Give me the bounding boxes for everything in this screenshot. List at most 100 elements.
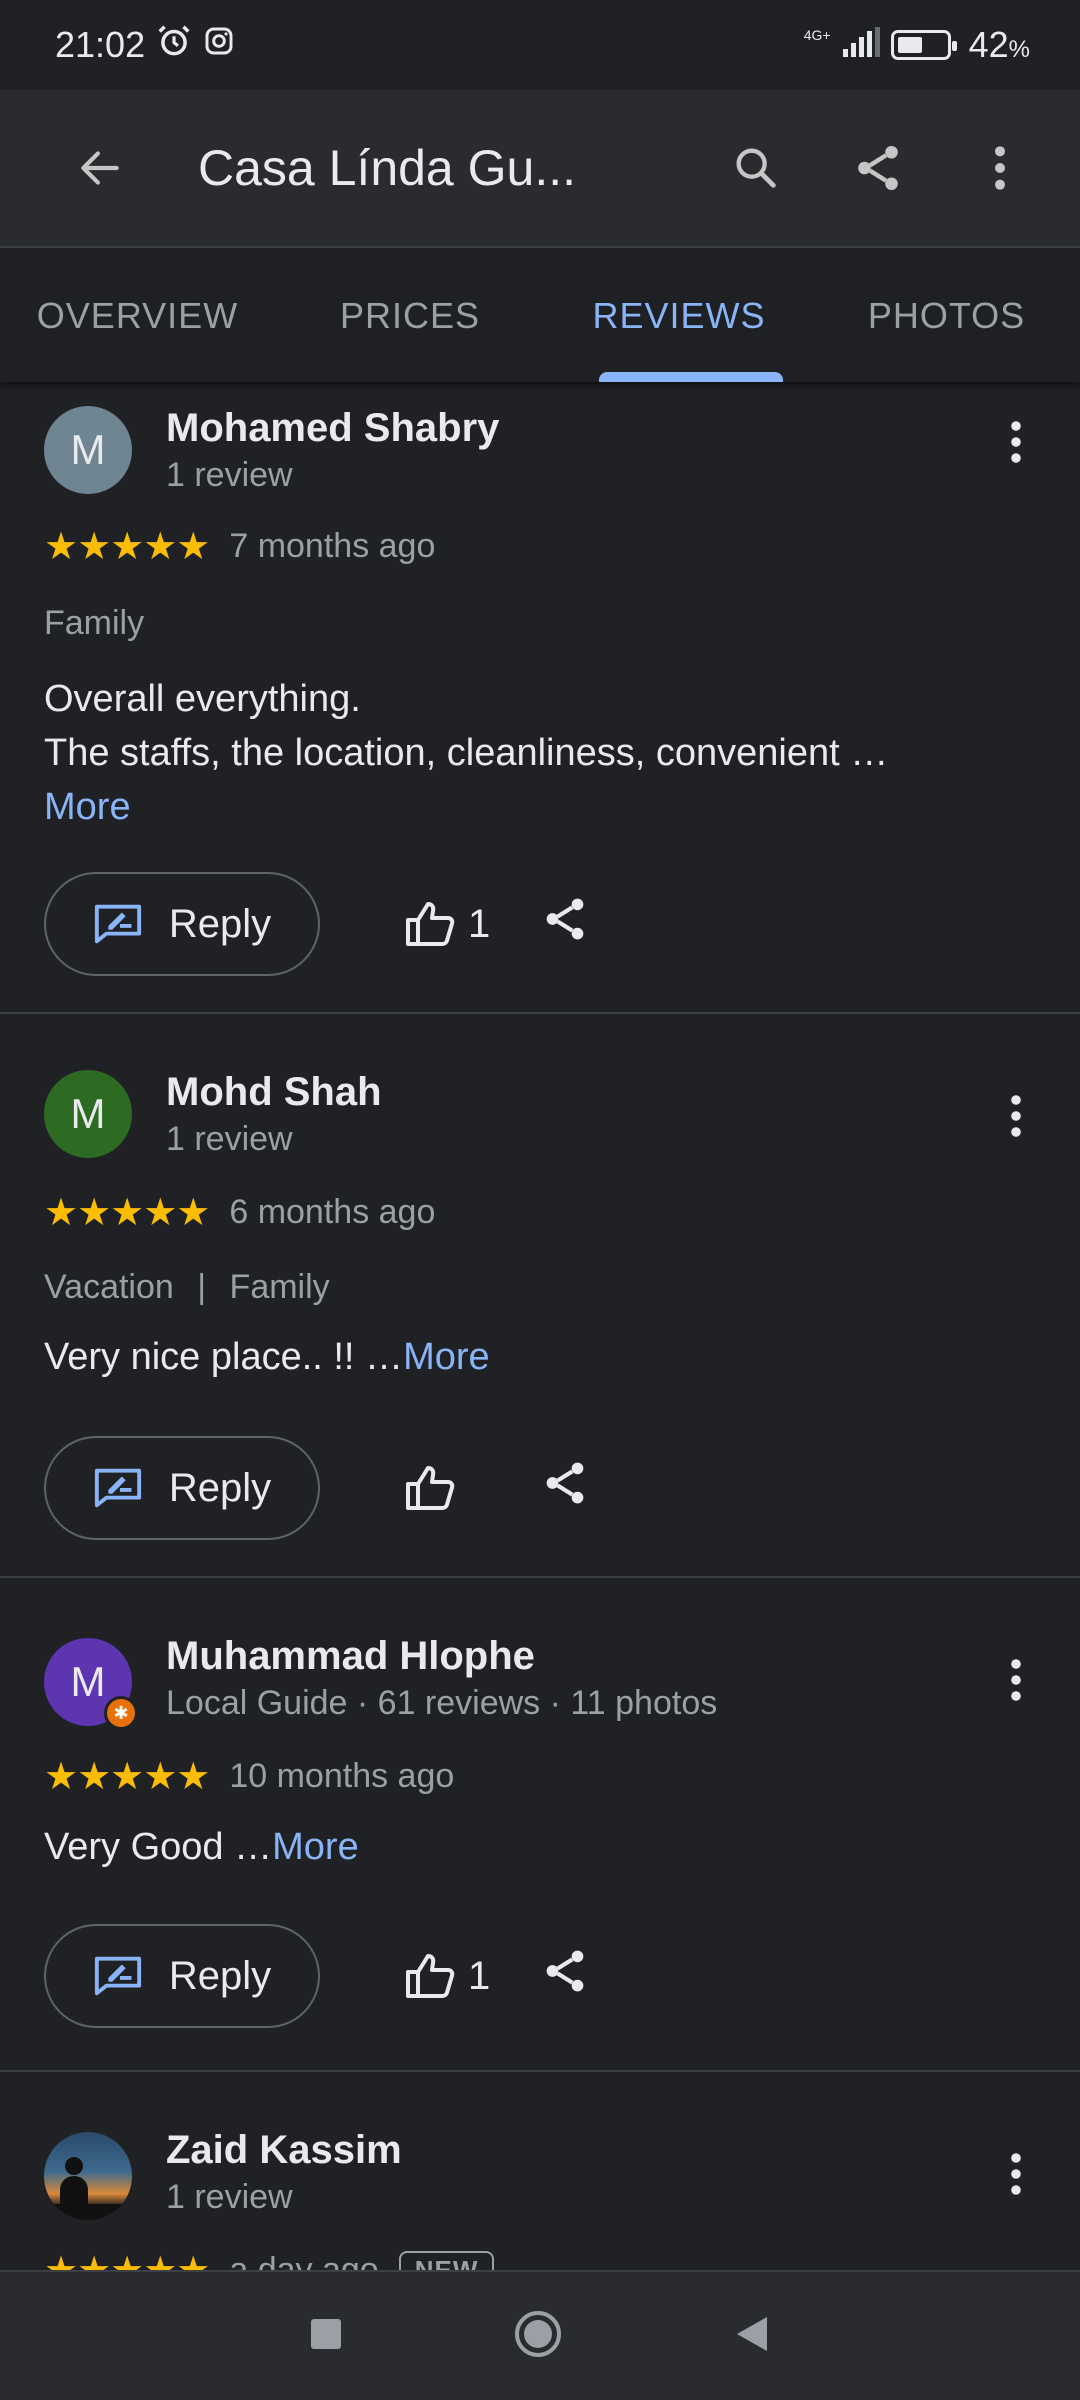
review-menu-button[interactable] bbox=[996, 1650, 1036, 1710]
tab-photos-label: PHOTOS bbox=[867, 295, 1026, 336]
avatar[interactable]: M bbox=[44, 1070, 132, 1158]
like-count: 1 bbox=[468, 901, 491, 946]
trip-type-label: Family bbox=[229, 1268, 330, 1306]
avatar[interactable] bbox=[44, 2132, 132, 2220]
tab-prices[interactable]: PRICES bbox=[275, 250, 545, 382]
review-time: 6 months ago bbox=[229, 1193, 436, 1231]
reply-button[interactable]: Reply bbox=[44, 872, 320, 976]
recents-button[interactable] bbox=[309, 2317, 343, 2356]
star-rating: ★★★★★ bbox=[44, 1756, 210, 1798]
tab-reviews[interactable]: REVIEWS bbox=[545, 250, 813, 382]
active-tab-indicator bbox=[599, 372, 783, 382]
battery-icon bbox=[890, 30, 957, 60]
system-nav-bar bbox=[0, 2270, 1080, 2400]
tab-reviews-label: REVIEWS bbox=[592, 295, 766, 336]
reviewer-name[interactable]: Mohd Shah bbox=[166, 1070, 382, 1115]
tab-prices-label: PRICES bbox=[339, 295, 481, 336]
reply-button[interactable]: Reply bbox=[44, 1924, 320, 2028]
arrow-back-icon bbox=[81, 151, 119, 185]
reply-icon bbox=[94, 1956, 141, 1996]
signal-icon bbox=[841, 24, 881, 66]
reviewer-name[interactable]: Muhammad Hlophe bbox=[166, 1634, 535, 1679]
trip-type: Family bbox=[44, 604, 144, 643]
share-icon bbox=[858, 145, 898, 191]
avatar-letter: M bbox=[70, 1090, 106, 1137]
share-review-button[interactable] bbox=[540, 1946, 590, 2001]
battery-percent: 42 bbox=[968, 24, 1009, 65]
share-review-button[interactable] bbox=[540, 894, 590, 949]
review-card: M Mohd Shah 1 review ★★★★★ 6 months ago … bbox=[0, 1014, 1080, 1578]
review-menu-button[interactable] bbox=[996, 1086, 1036, 1146]
share-review-button[interactable] bbox=[540, 1458, 590, 1513]
reply-label: Reply bbox=[168, 1465, 272, 1510]
reply-label: Reply bbox=[168, 901, 272, 946]
review-text: Overall everything. The staffs, the loca… bbox=[44, 672, 1040, 834]
review-text-line: Very nice place.. !! … bbox=[44, 1336, 404, 1378]
more-link[interactable]: More bbox=[44, 780, 1040, 834]
alarm-icon bbox=[155, 22, 193, 69]
thumb-up-icon bbox=[406, 902, 455, 946]
review-text: Very Good …More bbox=[44, 1820, 1040, 1874]
thumb-up-icon bbox=[406, 1954, 455, 1998]
reply-icon bbox=[94, 1468, 141, 1508]
back-button[interactable] bbox=[70, 138, 130, 198]
avatar[interactable]: M bbox=[44, 406, 132, 494]
share-icon bbox=[546, 898, 584, 940]
review-menu-button[interactable] bbox=[996, 2144, 1036, 2204]
review-text-line: The staffs, the location, cleanliness, c… bbox=[44, 732, 889, 774]
more-vert-icon bbox=[1011, 1095, 1021, 1137]
review-text: Very nice place.. !! …More bbox=[44, 1330, 1040, 1384]
like-button[interactable] bbox=[404, 1464, 468, 1512]
search-icon bbox=[736, 148, 776, 188]
tab-overview[interactable]: OVERVIEW bbox=[0, 250, 275, 382]
more-link[interactable]: More bbox=[272, 1826, 359, 1868]
share-button[interactable] bbox=[848, 138, 908, 198]
share-icon bbox=[546, 1462, 584, 1504]
home-button[interactable] bbox=[513, 2309, 563, 2364]
place-tabs: OVERVIEW PRICES REVIEWS PHOTOS bbox=[0, 250, 1080, 382]
reply-icon bbox=[94, 904, 141, 944]
review-menu-button[interactable] bbox=[996, 412, 1036, 472]
more-vert-icon bbox=[1011, 2153, 1021, 2195]
reviewer-info: 1 review bbox=[166, 2178, 293, 2216]
reviews-list[interactable]: M Mohamed Shabry 1 review ★★★★★ 7 months… bbox=[0, 382, 1080, 2270]
overflow-menu-button[interactable] bbox=[970, 138, 1030, 198]
like-button[interactable]: 1 bbox=[404, 900, 490, 948]
more-vert-icon bbox=[995, 146, 1005, 190]
reviewer-info: Local Guide · 61 reviews · 11 photos bbox=[166, 1684, 718, 1722]
search-button[interactable] bbox=[726, 138, 786, 198]
triangle-back-icon bbox=[737, 2316, 767, 2351]
tab-photos[interactable]: PHOTOS bbox=[813, 250, 1080, 382]
trip-type-label: Vacation bbox=[44, 1268, 174, 1306]
reviewer-name[interactable]: Zaid Kassim bbox=[166, 2128, 402, 2173]
local-guide-badge-icon: ✱ bbox=[104, 1696, 138, 1730]
square-icon bbox=[311, 2318, 341, 2349]
status-bar: 21:02 4G+ 42% bbox=[0, 0, 1080, 90]
avatar-letter: M bbox=[70, 1658, 106, 1705]
reviewer-name[interactable]: Mohamed Shabry bbox=[166, 406, 499, 451]
person-silhouette-icon bbox=[44, 2157, 132, 2220]
like-button[interactable]: 1 bbox=[404, 1952, 490, 2000]
star-rating: ★★★★★ bbox=[44, 2248, 210, 2270]
battery-percent-sign: % bbox=[1008, 36, 1030, 63]
reviewer-info: 1 review bbox=[166, 1120, 293, 1158]
nav-back-button[interactable] bbox=[733, 2314, 771, 2359]
more-vert-icon bbox=[1011, 1659, 1021, 1701]
tab-overview-label: OVERVIEW bbox=[36, 295, 239, 336]
share-icon bbox=[546, 1950, 584, 1992]
review-time: a day ago bbox=[229, 2251, 379, 2270]
star-rating: ★★★★★ bbox=[44, 526, 210, 568]
network-type: 4G+ bbox=[803, 27, 831, 43]
review-card: M ✱ Muhammad Hlophe Local Guide · 61 rev… bbox=[0, 1578, 1080, 2072]
instagram-icon bbox=[203, 24, 235, 66]
status-time: 21:02 bbox=[55, 24, 146, 65]
review-card: Zaid Kassim 1 review ★★★★★ a day ago NEW bbox=[0, 2072, 1080, 2270]
review-time: 7 months ago bbox=[229, 527, 436, 565]
avatar[interactable]: M ✱ bbox=[44, 1638, 138, 1730]
more-link[interactable]: More bbox=[403, 1336, 490, 1378]
thumb-up-icon bbox=[406, 1466, 455, 1510]
reply-button[interactable]: Reply bbox=[44, 1436, 320, 1540]
reply-label: Reply bbox=[168, 1953, 272, 1998]
review-card: M Mohamed Shabry 1 review ★★★★★ 7 months… bbox=[0, 382, 1080, 1014]
star-rating: ★★★★★ bbox=[44, 1192, 210, 1234]
